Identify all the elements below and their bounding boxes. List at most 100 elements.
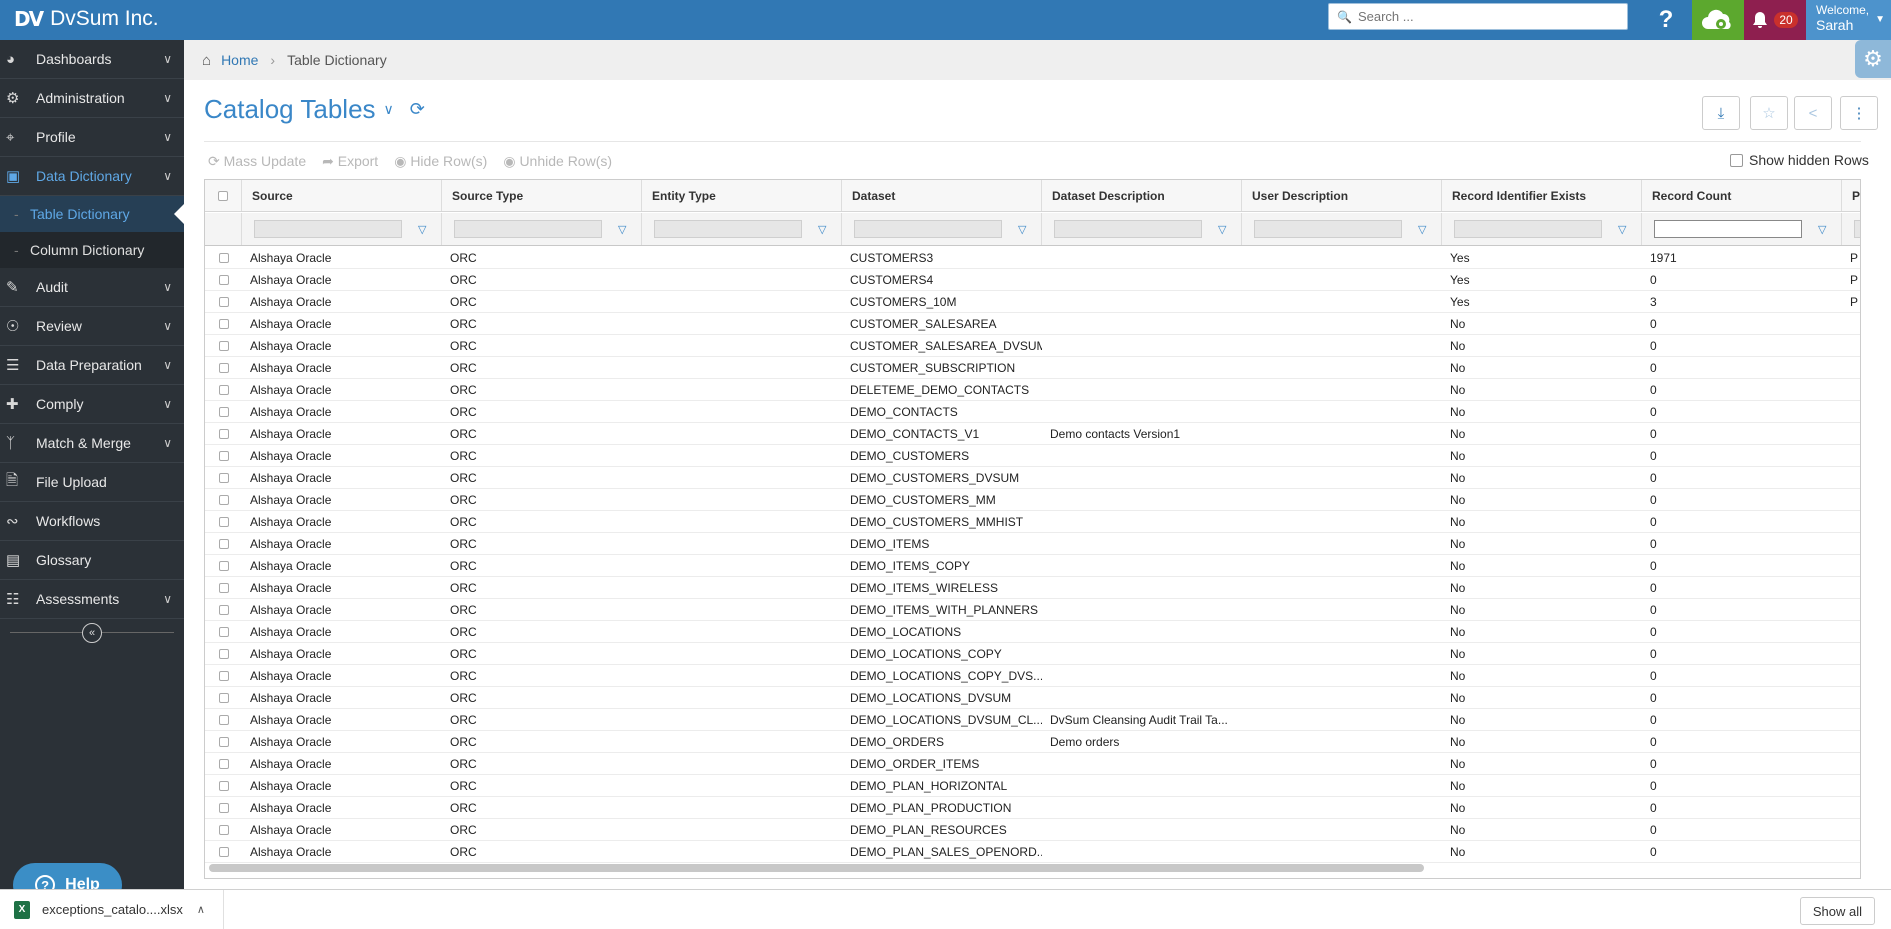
refresh-icon[interactable]: ⟳ xyxy=(410,99,425,120)
row-checkbox[interactable] xyxy=(218,406,229,417)
sidebar-item-dashboards[interactable]: ◕ Dashboards ∨ xyxy=(0,40,184,79)
table-row[interactable]: Alshaya Oracle ORC DEMO_LOCATIONS_DVSUM No 0 xyxy=(205,687,1860,709)
table-row[interactable]: Alshaya Oracle ORC CUSTOMER_SALESAREA No 0 xyxy=(205,313,1860,335)
download-button[interactable]: ⤓ xyxy=(1702,96,1740,130)
sidebar-item-data-dictionary[interactable]: ▣ Data Dictionary ∨ xyxy=(0,157,184,196)
filter-funnel-icon[interactable]: ▽ xyxy=(1418,223,1426,236)
sidebar-item-review[interactable]: ☉ Review ∨ xyxy=(0,307,184,346)
column-header[interactable]: Dataset Description xyxy=(1042,180,1242,211)
filter-input[interactable] xyxy=(254,220,402,238)
sidebar-item-glossary[interactable]: ▤ Glossary xyxy=(0,541,184,580)
unhide-rows-button[interactable]: ◉ Unhide Row(s) xyxy=(503,153,612,170)
settings-panel-toggle[interactable]: ⚙ xyxy=(1855,40,1891,78)
sidebar-item-administration[interactable]: ⚙ Administration ∨ xyxy=(0,79,184,118)
row-checkbox[interactable] xyxy=(218,274,229,285)
search-input[interactable] xyxy=(1357,9,1618,24)
sidebar-item-assessments[interactable]: ☷ Assessments ∨ xyxy=(0,580,184,619)
search-box[interactable]: 🔍 xyxy=(1328,3,1628,30)
filter-input[interactable] xyxy=(1254,220,1402,238)
horizontal-scrollbar[interactable] xyxy=(209,864,1424,872)
more-options-button[interactable]: ⋮ xyxy=(1840,96,1878,130)
export-button[interactable]: ➦ Export xyxy=(322,153,378,170)
filter-input[interactable] xyxy=(1054,220,1202,238)
table-row[interactable]: Alshaya Oracle ORC DEMO_ITEMS_WITH_PLANNER… xyxy=(205,599,1860,621)
row-checkbox[interactable] xyxy=(218,252,229,263)
table-row[interactable]: Alshaya Oracle ORC DEMO_ORDERS Demo orders N… xyxy=(205,731,1860,753)
column-header[interactable]: User Description xyxy=(1242,180,1442,211)
row-checkbox[interactable] xyxy=(218,824,229,835)
row-checkbox[interactable] xyxy=(218,318,229,329)
table-row[interactable]: Alshaya Oracle ORC DEMO_LOCATIONS_COPY_DVS… xyxy=(205,665,1860,687)
row-checkbox[interactable] xyxy=(218,802,229,813)
table-row[interactable]: Alshaya Oracle ORC DEMO_ITEMS No 0 xyxy=(205,533,1860,555)
table-row[interactable]: Alshaya Oracle ORC DEMO_ORDER_ITEMS No 0 xyxy=(205,753,1860,775)
row-checkbox[interactable] xyxy=(218,758,229,769)
filter-funnel-icon[interactable]: ▽ xyxy=(1218,223,1226,236)
filter-funnel-icon[interactable]: ▽ xyxy=(418,223,426,236)
sidebar-item-file-upload[interactable]: 🗎 File Upload xyxy=(0,463,184,502)
column-header[interactable]: Dataset xyxy=(842,180,1042,211)
table-row[interactable]: Alshaya Oracle ORC DEMO_LOCATIONS No 0 xyxy=(205,621,1860,643)
sidebar-item-comply[interactable]: ✚ Comply ∨ xyxy=(0,385,184,424)
sidebar-item-audit[interactable]: ✎ Audit ∨ xyxy=(0,268,184,307)
download-item[interactable]: X exceptions_catalo....xlsx ∧ xyxy=(0,890,224,929)
column-header[interactable]: Pro xyxy=(1842,180,1860,211)
table-row[interactable]: Alshaya Oracle ORC DEMO_LOCATIONS_DVSUM_CL… xyxy=(205,709,1860,731)
row-checkbox[interactable] xyxy=(218,494,229,505)
row-checkbox[interactable] xyxy=(218,714,229,725)
row-checkbox[interactable] xyxy=(218,582,229,593)
row-checkbox[interactable] xyxy=(218,670,229,681)
table-row[interactable]: Alshaya Oracle ORC DEMO_ITEMS_WIRELESS No 0 xyxy=(205,577,1860,599)
sidebar-subitem-table-dictionary[interactable]: - Table Dictionary xyxy=(0,196,185,232)
filter-input[interactable] xyxy=(1854,220,1860,238)
table-row[interactable]: Alshaya Oracle ORC DEMO_LOCATIONS_COPY No 0 xyxy=(205,643,1860,665)
table-row[interactable]: Alshaya Oracle ORC DEMO_PLAN_HORIZONTAL No 0 xyxy=(205,775,1860,797)
table-row[interactable]: Alshaya Oracle ORC CUSTOMERS_10M Yes 3 P xyxy=(205,291,1860,313)
row-checkbox[interactable] xyxy=(218,538,229,549)
table-row[interactable]: Alshaya Oracle ORC DEMO_ITEMS_COPY No 0 xyxy=(205,555,1860,577)
row-checkbox[interactable] xyxy=(218,560,229,571)
filter-input[interactable] xyxy=(654,220,802,238)
sidebar-item-profile[interactable]: ⌖ Profile ∨ xyxy=(0,118,184,157)
chevron-up-icon[interactable]: ∧ xyxy=(197,903,205,916)
column-header[interactable]: Record Count xyxy=(1642,180,1842,211)
row-checkbox[interactable] xyxy=(218,296,229,307)
row-checkbox[interactable] xyxy=(218,780,229,791)
show-hidden-rows[interactable]: Show hidden Rows xyxy=(1730,152,1869,168)
filter-input[interactable] xyxy=(1454,220,1602,238)
sidebar-subitem-column-dictionary[interactable]: - Column Dictionary xyxy=(0,232,184,268)
filter-funnel-icon[interactable]: ▽ xyxy=(618,223,626,236)
select-all-checkbox[interactable] xyxy=(218,190,228,201)
filter-funnel-icon[interactable]: ▽ xyxy=(1818,223,1826,236)
show-all-button[interactable]: Show all xyxy=(1799,897,1875,925)
sidebar-item-match-merge[interactable]: ᛉ Match & Merge ∨ xyxy=(0,424,184,463)
notifications-button[interactable]: 20 xyxy=(1744,0,1806,40)
table-row[interactable]: Alshaya Oracle ORC CUSTOMERS4 Yes 0 P xyxy=(205,269,1860,291)
filter-funnel-icon[interactable]: ▽ xyxy=(1618,223,1626,236)
show-hidden-checkbox[interactable] xyxy=(1730,153,1743,167)
row-checkbox[interactable] xyxy=(218,516,229,527)
row-checkbox[interactable] xyxy=(218,428,229,439)
breadcrumb-home-link[interactable]: Home xyxy=(221,52,258,68)
table-row[interactable]: Alshaya Oracle ORC CUSTOMER_SUBSCRIPTION No… xyxy=(205,357,1860,379)
collapse-sidebar-button[interactable]: « xyxy=(82,623,102,643)
row-checkbox[interactable] xyxy=(218,604,229,615)
table-row[interactable]: Alshaya Oracle ORC DEMO_CUSTOMERS_MM No 0 xyxy=(205,489,1860,511)
filter-input[interactable] xyxy=(854,220,1002,238)
row-checkbox[interactable] xyxy=(218,626,229,637)
row-checkbox[interactable] xyxy=(218,736,229,747)
row-checkbox[interactable] xyxy=(218,846,229,857)
chevron-down-icon[interactable]: ∨ xyxy=(384,101,394,118)
logo[interactable]: DV DvSum Inc. xyxy=(14,4,159,34)
column-header[interactable]: Source Type xyxy=(442,180,642,211)
page-title-text[interactable]: Catalog Tables xyxy=(204,94,376,125)
home-icon[interactable]: ⌂ xyxy=(202,52,211,69)
table-row[interactable]: Alshaya Oracle ORC DEMO_CUSTOMERS_DVSUM No 0 xyxy=(205,467,1860,489)
row-checkbox[interactable] xyxy=(218,472,229,483)
sidebar-item-workflows[interactable]: ∾ Workflows xyxy=(0,502,184,541)
filter-input[interactable] xyxy=(1654,220,1802,238)
sidebar-item-data-preparation[interactable]: ☰ Data Preparation ∨ xyxy=(0,346,184,385)
row-checkbox[interactable] xyxy=(218,384,229,395)
cloud-settings-button[interactable] xyxy=(1692,0,1744,40)
table-row[interactable]: Alshaya Oracle ORC DEMO_CUSTOMERS_MMHIST No… xyxy=(205,511,1860,533)
